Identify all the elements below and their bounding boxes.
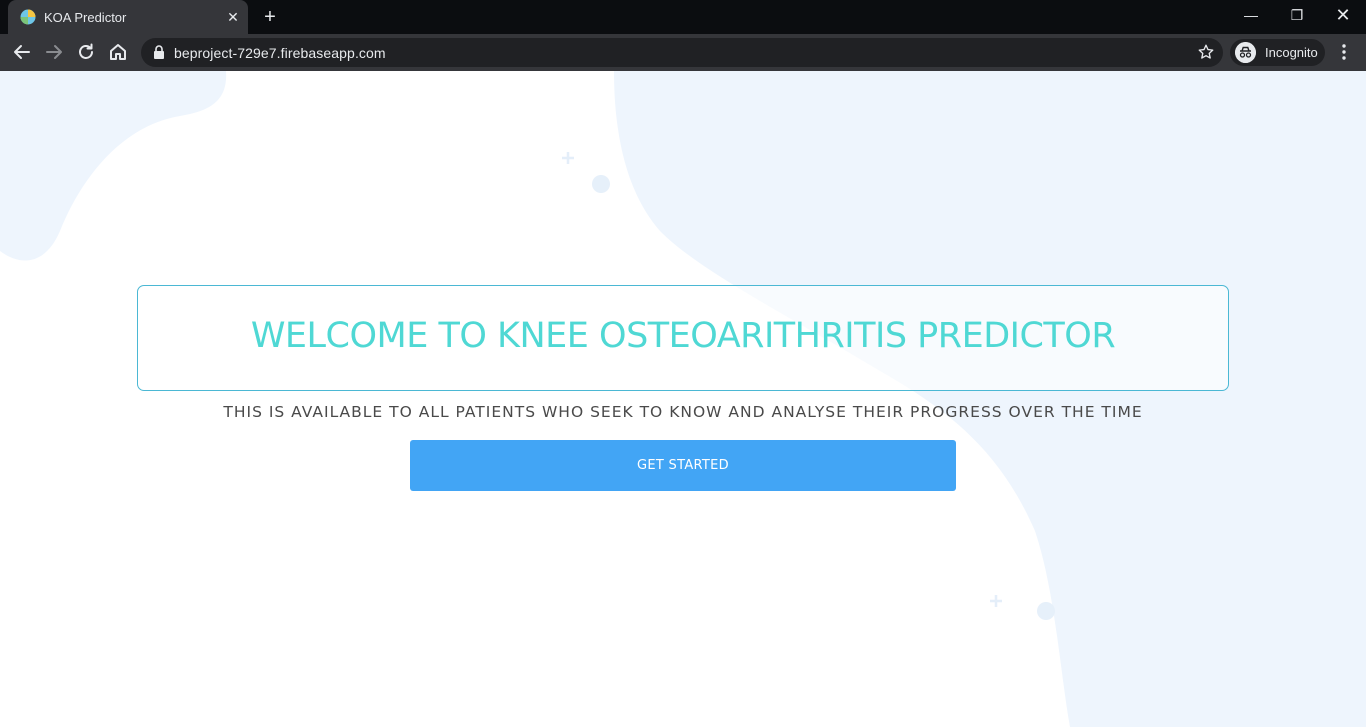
- browser-tab[interactable]: KOA Predictor ✕: [8, 0, 248, 34]
- window-minimize-button[interactable]: —: [1228, 0, 1274, 30]
- welcome-card: WELCOME TO KNEE OSTEOARITHRITIS PREDICTO…: [137, 285, 1229, 391]
- browser-toolbar: beproject-729e7.firebaseapp.com Incognit…: [0, 34, 1366, 71]
- page-title: WELCOME TO KNEE OSTEOARITHRITIS PREDICTO…: [250, 316, 1116, 356]
- window-close-button[interactable]: ✕: [1320, 0, 1366, 30]
- forward-arrow-icon[interactable]: [42, 40, 66, 64]
- back-arrow-icon[interactable]: [10, 40, 34, 64]
- tab-title: KOA Predictor: [44, 10, 127, 25]
- address-bar[interactable]: beproject-729e7.firebaseapp.com: [141, 38, 1223, 67]
- url-text[interactable]: beproject-729e7.firebaseapp.com: [174, 45, 386, 61]
- page-subtitle: THIS IS AVAILABLE TO ALL PATIENTS WHO SE…: [223, 403, 1143, 421]
- bookmark-star-icon[interactable]: [1197, 43, 1215, 61]
- get-started-button[interactable]: GET STARTED: [410, 440, 956, 491]
- site-favicon-icon: [20, 9, 36, 25]
- new-tab-button[interactable]: +: [258, 5, 282, 29]
- home-icon[interactable]: [106, 40, 130, 64]
- kebab-menu-icon[interactable]: [1334, 42, 1354, 62]
- window-restore-button[interactable]: ❐: [1274, 0, 1320, 30]
- incognito-icon: [1235, 42, 1256, 63]
- lock-icon[interactable]: [153, 45, 165, 59]
- reload-icon[interactable]: [74, 40, 98, 64]
- tab-strip: KOA Predictor ✕ + — ❐ ✕: [0, 0, 1366, 34]
- background-blobs: [0, 71, 1366, 727]
- tab-close-icon[interactable]: ✕: [225, 9, 241, 25]
- page-content: WELCOME TO KNEE OSTEOARITHRITIS PREDICTO…: [0, 71, 1366, 727]
- incognito-label: Incognito: [1265, 45, 1318, 60]
- incognito-indicator[interactable]: Incognito: [1230, 39, 1325, 66]
